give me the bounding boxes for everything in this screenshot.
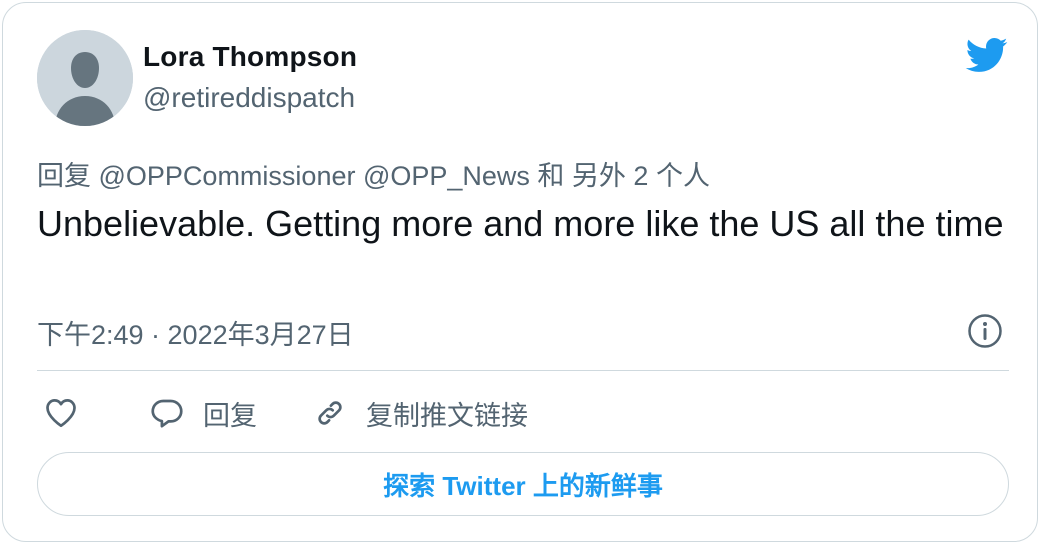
twitter-bird-icon[interactable] — [961, 33, 1011, 77]
reply-label: 回复 — [203, 400, 257, 431]
copy-link-label: 复制推文链接 — [366, 400, 528, 431]
author-handle[interactable]: @retireddispatch — [143, 82, 355, 114]
like-button[interactable] — [43, 393, 79, 433]
tweet-card: Lora Thompson @retireddispatch 回复 @OPPCo… — [2, 2, 1038, 542]
copy-link-button[interactable]: 复制推文链接 — [312, 393, 528, 433]
divider — [37, 370, 1009, 371]
link-icon — [318, 401, 342, 425]
author-name[interactable]: Lora Thompson — [143, 41, 357, 73]
avatar[interactable] — [37, 30, 133, 126]
speech-bubble-icon — [151, 399, 183, 428]
tweet-text: Unbelievable. Getting more and more like… — [37, 203, 1004, 244]
info-icon[interactable] — [967, 313, 1003, 349]
heart-icon — [46, 399, 76, 428]
reply-to-line[interactable]: 回复 @OPPCommissioner @OPP_News 和 另外 2 个人 — [37, 154, 710, 193]
reply-button[interactable]: 回复 — [149, 393, 257, 433]
default-profile-icon — [37, 30, 133, 126]
explore-twitter-button[interactable]: 探索 Twitter 上的新鲜事 — [37, 452, 1009, 516]
tweet-timestamp[interactable]: 下午2:49 · 2022年3月27日 — [37, 313, 354, 352]
